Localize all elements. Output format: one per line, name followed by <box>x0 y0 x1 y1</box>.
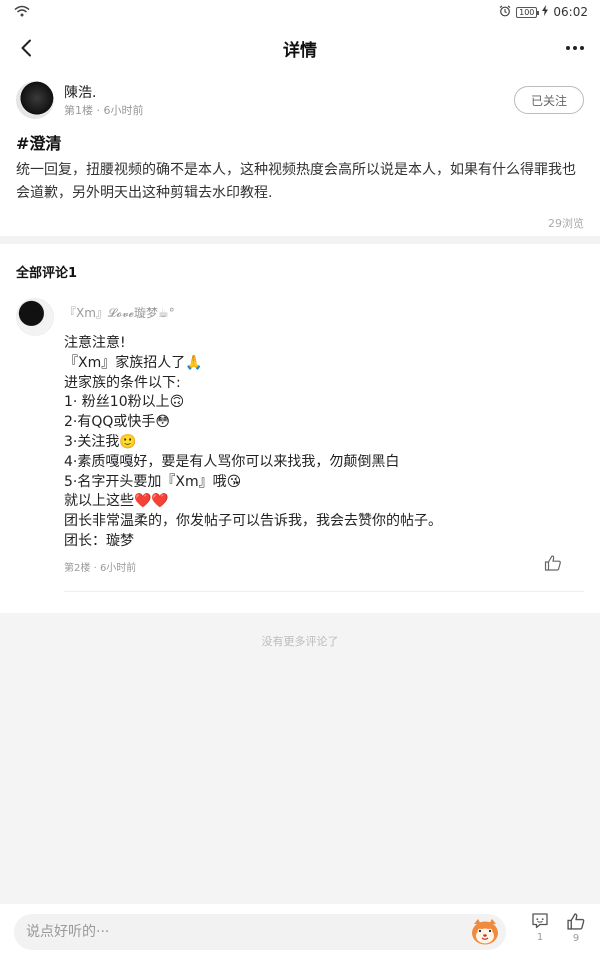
comment-line: 进家族的条件以下: <box>64 374 181 391</box>
comment-line: 5·名字开头要加『Xm』哦😘 <box>64 473 242 490</box>
comment-like-button[interactable] <box>544 554 562 572</box>
post-time: 6小时前 <box>103 104 144 117</box>
empty-area: 没有更多评论了 <box>0 613 600 904</box>
comment-time: 6小时前 <box>99 563 137 574</box>
comment-floor: 第2楼 <box>64 563 91 574</box>
post-body: 统一回复，扭腰视频的确不是本人，这种视频热度会高所以说是本人，如果有什么得罪我也… <box>16 162 576 201</box>
comment-line: 团长非常温柔的，你发帖子可以告诉我，我会去赞你的帖子。 <box>64 513 442 530</box>
view-count: 29浏览 <box>548 217 584 230</box>
thumbs-up-icon <box>567 913 585 930</box>
page-title: 详情 <box>283 40 317 61</box>
charging-bolt-icon <box>542 5 549 19</box>
comment-line: 团长：璇梦 <box>64 532 134 549</box>
comment-line: 2·有QQ或快手😳 <box>64 414 170 431</box>
comment-line: 3·关注我🙂 <box>64 433 137 450</box>
comment-line: 『Xm』家族招人了🙏 <box>64 354 203 371</box>
meta-separator: · <box>93 563 97 574</box>
like-count: 9 <box>572 933 580 944</box>
post-floor: 第1楼 <box>64 104 93 117</box>
section-divider <box>0 236 600 244</box>
post-meta: 第1楼 · 6小时前 <box>64 102 144 118</box>
wifi-icon <box>14 5 30 20</box>
speech-bubble-icon <box>532 913 548 929</box>
follow-button[interactable]: 已关注 <box>514 86 584 114</box>
comment-line: 就以上这些❤️❤️ <box>64 493 169 510</box>
avatar[interactable] <box>16 81 54 119</box>
comment-meta: 第2楼 · 6小时前 <box>64 559 136 574</box>
comment-button[interactable]: 1 <box>527 912 553 943</box>
status-bar: 100 06:02 <box>0 0 600 24</box>
comment-line: 注意注意! <box>64 335 126 351</box>
author-name[interactable]: 陳浩. <box>64 82 96 102</box>
alarm-icon <box>499 5 511 20</box>
like-button[interactable]: 9 <box>563 912 589 944</box>
nav-bar: 详情 <box>0 24 600 72</box>
comment-author-name[interactable]: 『Xm』𝓛𝓸𝓿𝓮璇梦☕° <box>64 304 175 321</box>
mascot-face-icon[interactable] <box>470 918 500 946</box>
status-right: 100 06:02 <box>499 5 588 20</box>
post: 陳浩. 第1楼 · 6小时前 已关注 #澄清 统一回复，扭腰视频的确不是本人，这… <box>0 72 600 236</box>
back-button[interactable] <box>14 36 38 60</box>
comment-divider <box>64 591 584 592</box>
back-arrow-icon <box>21 39 31 57</box>
clock-time: 06:02 <box>553 5 588 19</box>
comment-body: 注意注意! 『Xm』家族招人了🙏 进家族的条件以下: 1· 粉丝10粉以上🙃 2… <box>64 334 584 552</box>
comment-item: 『Xm』𝓛𝓸𝓿𝓮璇梦☕° 注意注意! 『Xm』家族招人了🙏 进家族的条件以下: … <box>0 296 600 592</box>
no-more-comments: 没有更多评论了 <box>261 635 339 648</box>
comment-count: 1 <box>536 932 544 943</box>
comment-input[interactable] <box>14 914 506 950</box>
meta-separator: · <box>96 104 101 117</box>
thumbs-up-icon <box>544 555 561 571</box>
comment-line: 4·素质嘎嘎好，要是有人骂你可以来找我，勿颠倒黑白 <box>64 453 400 470</box>
battery-indicator: 100 <box>516 6 540 18</box>
more-dots-icon[interactable] <box>562 36 588 60</box>
comments-header: 全部评论1 <box>16 266 78 281</box>
post-tag[interactable]: #澄清 <box>16 130 61 154</box>
comment-avatar[interactable] <box>16 298 54 336</box>
comment-line: 1· 粉丝10粉以上🙃 <box>64 394 185 411</box>
bottom-bar: 1 9 <box>0 904 600 960</box>
